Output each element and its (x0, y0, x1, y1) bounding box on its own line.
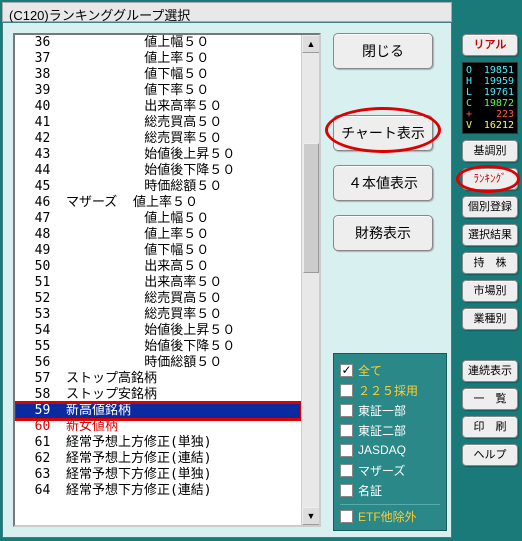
list-item[interactable]: 44 始値後下降５０ (15, 163, 301, 179)
filter-row[interactable]: JASDAQ (340, 440, 440, 460)
checkbox[interactable] (340, 464, 353, 477)
checkbox[interactable] (340, 384, 353, 397)
checkbox[interactable]: ✓ (340, 364, 353, 377)
list-item[interactable]: 50 出来高５０ (15, 259, 301, 275)
filter-label: ２２５採用 (358, 382, 418, 399)
filter-row[interactable]: ✓ 全て (340, 360, 440, 380)
list-item[interactable]: 45 時価総額５０ (15, 179, 301, 195)
list-item[interactable]: 40 出来高率５０ (15, 99, 301, 115)
list-item[interactable]: 55 始値後下降５０ (15, 339, 301, 355)
scrollbar[interactable]: ▲ ▼ (301, 35, 319, 525)
insatsu-button[interactable]: 印 刷 (462, 416, 518, 438)
list-item[interactable]: 51 出来高率５０ (15, 275, 301, 291)
quote-label: C (466, 98, 476, 109)
list-item[interactable]: 43 始値後上昇５０ (15, 147, 301, 163)
list-item[interactable]: 57 ストップ高銘柄 (15, 371, 301, 387)
filter-label: JASDAQ (358, 443, 406, 457)
filter-label: 名証 (358, 482, 382, 499)
scroll-down-icon[interactable]: ▼ (302, 507, 320, 525)
checkbox[interactable] (340, 404, 353, 417)
list-item[interactable]: 46 マザーズ 値上率５０ (15, 195, 301, 211)
list-item[interactable]: 37 値上率５０ (15, 51, 301, 67)
real-button[interactable]: リアル (462, 34, 518, 56)
list-item[interactable]: 60 新女値柄 (15, 419, 301, 435)
list-item[interactable]: 53 総売買率５０ (15, 307, 301, 323)
chart-display-button[interactable]: チャート表示 (333, 115, 433, 151)
filter-row[interactable]: 名証 (340, 480, 440, 500)
quote-value: 19761 (484, 87, 514, 98)
list-item[interactable]: 49 値下幅５０ (15, 243, 301, 259)
quote-value: 19851 (484, 65, 514, 76)
quote-value: 19959 (484, 76, 514, 87)
list-item[interactable]: 54 始値後上昇５０ (15, 323, 301, 339)
scroll-up-icon[interactable]: ▲ (302, 35, 320, 53)
right-button-column: リアル O 19851 H 19959 L 19761 C 19872 +223 V 16212 基調別… (460, 28, 520, 472)
filter-row[interactable]: マザーズ (340, 460, 440, 480)
filter-row[interactable]: ETF他除外 (340, 504, 440, 524)
checkbox[interactable] (340, 484, 353, 497)
filter-label: 東証一部 (358, 402, 406, 419)
scroll-thumb[interactable] (303, 143, 319, 273)
list-item[interactable]: 39 値下率５０ (15, 83, 301, 99)
kobetsu-button[interactable]: 個別登録 (462, 196, 518, 218)
window-title: (C120)ランキンググループ選択 (2, 2, 452, 22)
checkbox[interactable] (340, 424, 353, 437)
checkbox[interactable] (340, 444, 353, 457)
ranking-list[interactable]: 36 値上幅５０ 37 値上率５０ 38 値下幅５０ 39 値下率５０ 40 出… (13, 33, 321, 527)
list-item[interactable]: 61 経常予想上方修正(単独) (15, 435, 301, 451)
dialog-button-column: 閉じる チャート表示 ４本値表示 財務表示 (333, 33, 443, 265)
quote-value: 19872 (484, 98, 514, 109)
list-item[interactable]: 63 経常予想下方修正(単独) (15, 467, 301, 483)
list-item[interactable]: 48 値上率５０ (15, 227, 301, 243)
quote-label: V (466, 120, 476, 131)
quote-value: 16212 (484, 120, 514, 131)
list-item[interactable]: 42 総売買率５０ (15, 131, 301, 147)
shijou-button[interactable]: 市場別 (462, 280, 518, 302)
list-item[interactable]: 41 総売買高５０ (15, 115, 301, 131)
renzoku-button[interactable]: 連続表示 (462, 360, 518, 382)
filter-row[interactable]: 東証一部 (340, 400, 440, 420)
ichiran-button[interactable]: 一 覧 (462, 388, 518, 410)
market-filter-panel: ✓ 全て ２２５採用東証一部東証二部 JASDAQ マザーズ名証 ETF他除外 (333, 353, 447, 531)
quote-panel: O 19851 H 19959 L 19761 C 19872 +223 V 16212 (462, 62, 518, 134)
filter-label: マザーズ (358, 462, 405, 479)
list-item[interactable]: 56 時価総額５０ (15, 355, 301, 371)
filter-row[interactable]: 東証二部 (340, 420, 440, 440)
list-item[interactable]: 52 総売買高５０ (15, 291, 301, 307)
gyoushu-button[interactable]: 業種別 (462, 308, 518, 330)
quote-label: L (466, 87, 476, 98)
quote-label: + (466, 109, 476, 120)
mochi-button[interactable]: 持 株 (462, 252, 518, 274)
list-item[interactable]: 59 新高値銘柄 (15, 403, 301, 419)
quote-label: O (466, 65, 476, 76)
filter-label: ETF他除外 (358, 508, 417, 525)
ranking-button[interactable]: ﾗﾝｷﾝｸﾞ (462, 168, 518, 190)
list-item[interactable]: 64 経常予想下方修正(連結) (15, 483, 301, 499)
sentaku-button[interactable]: 選択結果 (462, 224, 518, 246)
main-dialog: 36 値上幅５０ 37 値上率５０ 38 値下幅５０ 39 値下率５０ 40 出… (2, 22, 452, 538)
help-button[interactable]: ヘルプ (462, 444, 518, 466)
close-button[interactable]: 閉じる (333, 33, 433, 69)
list-item[interactable]: 58 ストップ安銘柄 (15, 387, 301, 403)
four-value-button[interactable]: ４本値表示 (333, 165, 433, 201)
list-item[interactable]: 36 値上幅５０ (15, 35, 301, 51)
list-item[interactable]: 47 値上幅５０ (15, 211, 301, 227)
filter-label: 東証二部 (358, 422, 406, 439)
list-item[interactable]: 62 経常予想上方修正(連結) (15, 451, 301, 467)
filter-row[interactable]: ２２５採用 (340, 380, 440, 400)
checkbox[interactable] (340, 510, 353, 523)
quote-value: 223 (496, 109, 514, 120)
quote-label: H (466, 76, 476, 87)
filter-label: 全て (358, 362, 382, 379)
list-item[interactable]: 38 値下幅５０ (15, 67, 301, 83)
finance-button[interactable]: 財務表示 (333, 215, 433, 251)
kichou-button[interactable]: 基調別 (462, 140, 518, 162)
